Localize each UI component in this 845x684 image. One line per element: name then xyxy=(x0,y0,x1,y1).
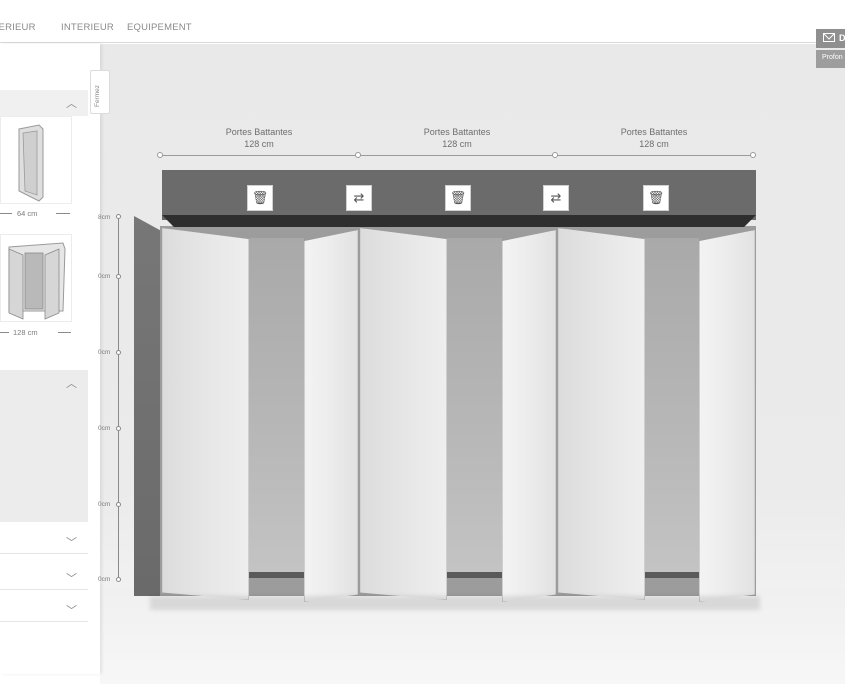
swap-icon: ⇄ xyxy=(353,190,365,205)
contact-label: D xyxy=(839,33,845,43)
delete-module-button[interactable]: 🗑 xyxy=(643,185,669,211)
thumb-width-label: 128 cm xyxy=(13,328,38,337)
trash-icon: 🗑 xyxy=(647,190,665,205)
module-interior xyxy=(249,238,304,578)
swap-icon: ⇄ xyxy=(550,190,562,205)
chevron-up-icon[interactable]: ︿ xyxy=(66,375,77,391)
height-ruler xyxy=(118,216,119,580)
dimension-dot xyxy=(355,152,361,158)
dimension-dot xyxy=(157,152,163,158)
dimension-dot xyxy=(552,152,558,158)
contact-button[interactable]: D xyxy=(816,29,845,48)
wardrobe-side-panel xyxy=(134,216,162,596)
close-panel-label: Fermez xyxy=(94,84,101,107)
double-door-icon xyxy=(8,242,66,320)
close-panel-tab[interactable]: Fermez xyxy=(90,70,110,114)
ruler-label: 0cm xyxy=(98,273,111,280)
delete-module-button[interactable]: 🗑 xyxy=(445,185,471,211)
ruler-label: 0cm xyxy=(98,349,111,356)
module-thumb-64[interactable] xyxy=(0,116,72,204)
left-door[interactable] xyxy=(360,228,447,600)
envelope-icon xyxy=(823,33,835,42)
dimension-dot xyxy=(750,152,756,158)
module-interior xyxy=(644,238,699,578)
trash-icon: 🗑 xyxy=(251,190,269,205)
thumb-width-label: 64 cm xyxy=(17,209,38,218)
tab-equipement[interactable]: EQUIPEMENT xyxy=(127,22,192,33)
swap-module-button[interactable]: ⇄ xyxy=(346,185,372,211)
module-title: Portes Battantes 128 cm xyxy=(225,127,293,149)
chevron-down-icon: ﹀ xyxy=(66,605,77,617)
ruler-label: 0cm xyxy=(98,576,111,583)
delete-module-button[interactable]: 🗑 xyxy=(247,185,273,211)
chevron-up-icon: ︿ xyxy=(66,98,77,110)
module-title: Portes Battantes 128 cm xyxy=(423,127,491,149)
profondeur-button[interactable]: Profon xyxy=(816,50,845,68)
collapsed-section[interactable]: ﹀ xyxy=(0,532,88,554)
single-door-icon xyxy=(18,124,44,202)
right-door[interactable] xyxy=(304,230,358,602)
tab-interieur[interactable]: INTERIEUR xyxy=(61,22,114,33)
module-thumb-128[interactable] xyxy=(0,234,72,322)
ruler-label: 0cm xyxy=(98,501,111,508)
wardrobe-top xyxy=(162,215,756,227)
width-dimension-line xyxy=(160,155,754,156)
collapsed-section[interactable]: ﹀ xyxy=(0,568,88,590)
section-header-models[interactable]: ︿ xyxy=(0,90,88,116)
left-panel: ︿ 64 cm 128 cm ︿ ﹀ ﹀ ﹀ xyxy=(0,44,100,674)
chevron-down-icon: ﹀ xyxy=(66,573,77,585)
chevron-down-icon: ﹀ xyxy=(66,537,77,549)
right-door[interactable] xyxy=(502,230,556,602)
module-title: Portes Battantes 128 cm xyxy=(620,127,688,149)
tab-exterieur[interactable]: XTERIEUR xyxy=(0,22,36,33)
swap-module-button[interactable]: ⇄ xyxy=(543,185,569,211)
collapsed-section[interactable]: ﹀ xyxy=(0,600,88,622)
ruler-label: 0cm xyxy=(98,425,111,432)
left-door[interactable] xyxy=(162,228,249,600)
trash-icon: 🗑 xyxy=(449,190,467,205)
module-interior xyxy=(447,238,502,578)
left-door[interactable] xyxy=(558,228,645,600)
right-door[interactable] xyxy=(699,230,755,602)
ruler-label: 8cm xyxy=(98,214,111,221)
section-finishes: ︿ xyxy=(0,370,88,522)
top-navigation: XTERIEUR INTERIEUR EQUIPEMENT xyxy=(0,0,845,43)
